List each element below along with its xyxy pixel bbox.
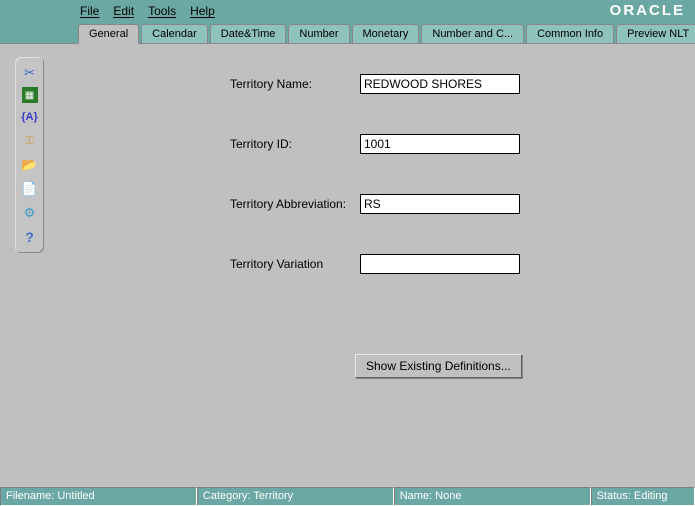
tab-general[interactable]: General (78, 24, 139, 44)
tool-gear-icon[interactable]: ⚙ (20, 203, 40, 223)
menu-tools[interactable]: Tools (148, 4, 176, 18)
brand-logo: ORACLE (610, 2, 685, 19)
content-area: ✂ ▦ {A} ⚿ 📂 📄 ⚙ ? Territory Name: Territ… (0, 44, 695, 487)
territory-name-input[interactable] (360, 74, 520, 94)
row-territory-name: Territory Name: (80, 74, 675, 94)
tab-calendar[interactable]: Calendar (141, 24, 208, 43)
tab-numberc[interactable]: Number and C... (421, 24, 524, 43)
show-existing-button[interactable]: Show Existing Definitions... (355, 354, 522, 378)
row-territory-var: Territory Variation (80, 254, 675, 274)
territory-abbr-input[interactable] (360, 194, 520, 214)
side-toolbar: ✂ ▦ {A} ⚿ 📂 📄 ⚙ ? (15, 57, 44, 253)
territory-id-input[interactable] (360, 134, 520, 154)
territory-id-label: Territory ID: (80, 137, 360, 151)
status-name: Name: None (394, 487, 591, 506)
tool-scissors-icon[interactable]: ✂ (20, 63, 40, 83)
status-category: Category: Territory (197, 487, 394, 506)
tab-common[interactable]: Common Info (526, 24, 614, 43)
tool-key-icon[interactable]: ⚿ (20, 131, 40, 151)
tab-row: General Calendar Date&Time Number Moneta… (0, 22, 695, 44)
menubar: File Edit Tools Help ORACLE (0, 0, 695, 22)
tab-datetime[interactable]: Date&Time (210, 24, 287, 43)
menu-help[interactable]: Help (190, 4, 215, 18)
status-bar: Filename: Untitled Category: Territory N… (0, 487, 695, 506)
tool-folder-icon[interactable]: 📂 (20, 155, 40, 175)
tool-braces-icon[interactable]: {A} (20, 107, 40, 127)
territory-var-input[interactable] (360, 254, 520, 274)
form-area: Territory Name: Territory ID: Territory … (80, 74, 675, 378)
territory-abbr-label: Territory Abbreviation: (80, 197, 360, 211)
tool-note-icon[interactable]: 📄 (20, 179, 40, 199)
status-filename: Filename: Untitled (0, 487, 197, 506)
tab-monetary[interactable]: Monetary (352, 24, 420, 43)
tab-number[interactable]: Number (288, 24, 349, 43)
tool-help-icon[interactable]: ? (20, 227, 40, 247)
row-territory-id: Territory ID: (80, 134, 675, 154)
territory-name-label: Territory Name: (80, 77, 360, 91)
tab-preview[interactable]: Preview NLT (616, 24, 695, 43)
tool-document-icon[interactable]: ▦ (22, 87, 38, 103)
menu-file[interactable]: File (80, 4, 99, 18)
menu-edit[interactable]: Edit (113, 4, 134, 18)
status-state: Status: Editing (591, 487, 695, 506)
row-territory-abbr: Territory Abbreviation: (80, 194, 675, 214)
territory-var-label: Territory Variation (80, 257, 360, 271)
